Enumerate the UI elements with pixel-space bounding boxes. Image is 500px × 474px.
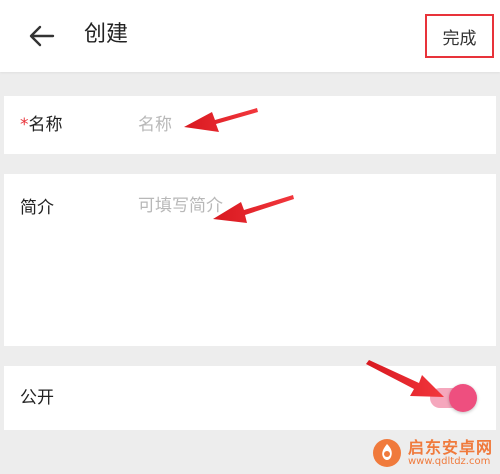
public-toggle[interactable]: [430, 384, 477, 412]
name-row: *名称: [4, 96, 496, 154]
required-mark: *: [20, 115, 29, 135]
top-app-bar: 创建 完成: [0, 0, 500, 72]
watermark-logo-icon: [373, 439, 401, 467]
watermark: 启东安卓网 www.qdltdz.com: [372, 434, 496, 472]
back-button[interactable]: [22, 18, 62, 54]
watermark-url: www.qdltdz.com: [408, 456, 491, 468]
public-label: 公开: [20, 388, 54, 408]
name-label: *名称: [20, 113, 63, 137]
toggle-knob: [449, 384, 477, 412]
intro-label: 简介: [20, 198, 54, 218]
name-label-text: 名称: [28, 115, 63, 135]
intro-row: 简介: [4, 174, 496, 346]
intro-input[interactable]: [138, 194, 468, 324]
arrow-left-icon: [29, 25, 55, 47]
done-button[interactable]: 完成: [425, 14, 494, 58]
name-input[interactable]: [138, 111, 438, 139]
public-row: 公开: [4, 366, 496, 430]
page-title: 创建: [84, 22, 129, 47]
watermark-name: 启东安卓网: [408, 437, 494, 457]
